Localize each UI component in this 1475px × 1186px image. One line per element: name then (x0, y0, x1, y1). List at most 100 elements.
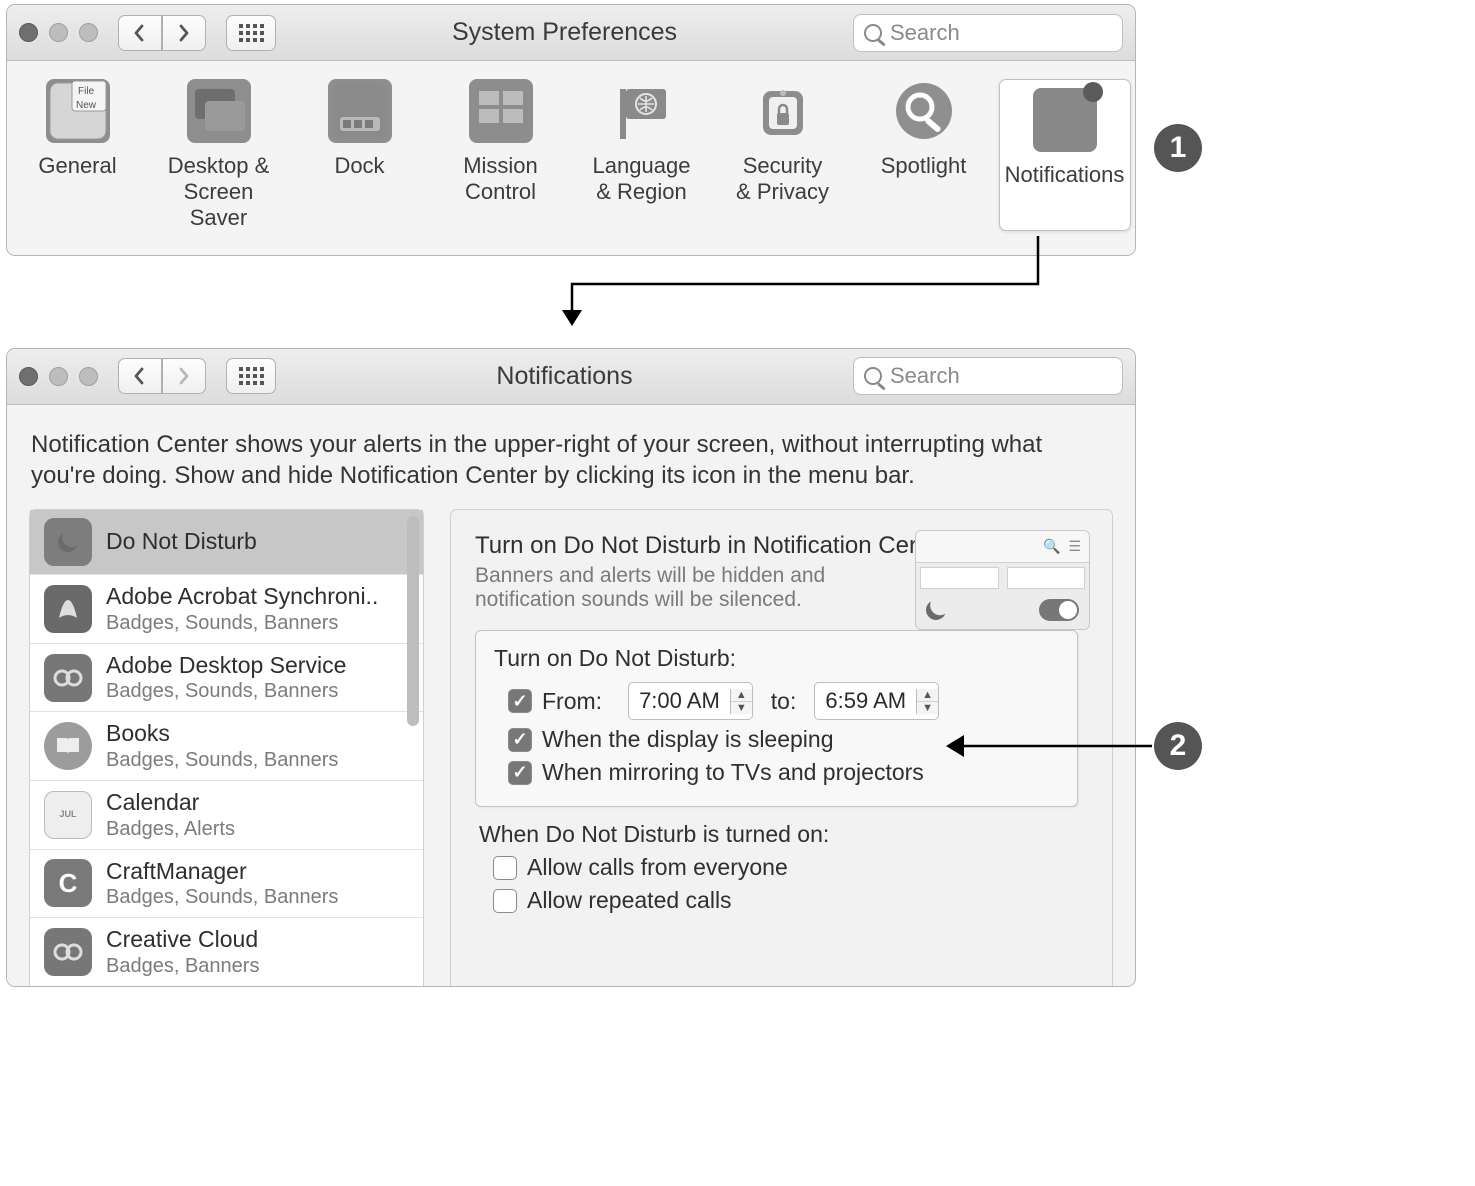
sleep-label: When the display is sleeping (542, 726, 834, 753)
preview-search-icon: 🔍 (1043, 538, 1060, 555)
app-item-creative-cloud[interactable]: Creative Cloud Badges, Banners (30, 918, 423, 986)
preview-moon-icon (922, 597, 949, 624)
forward-button[interactable] (162, 358, 206, 394)
all-prefs-button[interactable] (226, 358, 276, 394)
app-name: CraftManager (106, 858, 338, 886)
search-placeholder: Search (890, 20, 960, 46)
craft-icon: C (44, 859, 92, 907)
nav-buttons (118, 358, 206, 394)
app-name: Adobe Desktop Service (106, 652, 346, 680)
pref-desktop[interactable]: Desktop & Screen Saver (153, 79, 285, 231)
all-prefs-button[interactable] (226, 15, 276, 51)
preview-toggle (1039, 599, 1079, 621)
pref-language[interactable]: Language & Region (576, 79, 708, 231)
minimize-button[interactable] (49, 367, 68, 386)
app-sub: Badges, Banners (106, 954, 259, 978)
from-stepper[interactable]: ▲▼ (730, 689, 752, 714)
general-icon: FileNew (46, 79, 110, 143)
to-stepper[interactable]: ▲▼ (916, 689, 938, 714)
dock-icon (328, 79, 392, 143)
titlebar: Notifications Search (7, 349, 1135, 405)
nav-buttons (118, 15, 206, 51)
everyone-checkbox[interactable] (493, 856, 517, 880)
maximize-button[interactable] (79, 367, 98, 386)
close-button[interactable] (19, 367, 38, 386)
from-time-value[interactable]: 7:00 AM (629, 688, 730, 714)
minimize-button[interactable] (49, 23, 68, 42)
callout-2: 2 (1154, 722, 1202, 770)
app-name: Books (106, 720, 338, 748)
chevron-left-icon (130, 366, 150, 386)
spotlight-icon (892, 79, 956, 143)
settings-panel: Turn on Do Not Disturb in Notification C… (450, 509, 1113, 986)
to-time-field[interactable]: 6:59 AM ▲▼ (814, 682, 939, 720)
grid-icon (239, 24, 264, 42)
pref-mission[interactable]: Mission Control (435, 79, 567, 231)
forward-button[interactable] (162, 15, 206, 51)
pref-notifications[interactable]: Notifications (999, 79, 1131, 231)
app-list: Do Not Disturb Adobe Acrobat Synchroni..… (29, 509, 424, 986)
pref-dock[interactable]: Dock (294, 79, 426, 231)
app-item-adobe-desktop[interactable]: Adobe Desktop Service Badges, Sounds, Ba… (30, 644, 423, 713)
back-button[interactable] (118, 358, 162, 394)
search-icon (864, 367, 882, 385)
notifications-body: Do Not Disturb Adobe Acrobat Synchroni..… (7, 509, 1135, 986)
pref-label: Desktop & Screen Saver (153, 153, 285, 231)
search-placeholder: Search (890, 363, 960, 389)
maximize-button[interactable] (79, 23, 98, 42)
sleep-checkbox[interactable]: ✓ (508, 728, 532, 752)
cc-circles-icon (44, 654, 92, 702)
search-field[interactable]: Search (853, 357, 1123, 395)
up-arrow-icon[interactable]: ▲ (917, 689, 938, 702)
books-icon (44, 722, 92, 770)
down-arrow-icon[interactable]: ▼ (917, 702, 938, 714)
window-title: System Preferences (286, 18, 843, 47)
notification-dot-icon (1083, 82, 1103, 102)
notification-center-preview: 🔍☰ (915, 530, 1090, 630)
security-icon (751, 79, 815, 143)
pref-spotlight[interactable]: Spotlight (858, 79, 990, 231)
window-title: Notifications (286, 362, 843, 391)
acrobat-icon (44, 585, 92, 633)
mirror-checkbox[interactable]: ✓ (508, 761, 532, 785)
from-time-field[interactable]: 7:00 AM ▲▼ (628, 682, 753, 720)
scrollbar-thumb[interactable] (407, 516, 419, 726)
mirror-label: When mirroring to TVs and projectors (542, 759, 924, 786)
from-checkbox[interactable]: ✓ (508, 689, 532, 713)
language-icon (610, 79, 674, 143)
pref-security[interactable]: Security & Privacy (717, 79, 849, 231)
cc-icon (44, 928, 92, 976)
app-item-craftmanager[interactable]: C CraftManager Badges, Sounds, Banners (30, 850, 423, 919)
app-item-dnd[interactable]: Do Not Disturb (30, 510, 423, 575)
app-name: Calendar (106, 789, 235, 817)
calendar-icon: JUL (44, 791, 92, 839)
app-name: Adobe Acrobat Synchroni.. (106, 583, 378, 611)
app-name: Do Not Disturb (106, 528, 257, 556)
traffic-lights (19, 367, 98, 386)
mission-control-icon (469, 79, 533, 143)
chevron-left-icon (130, 23, 150, 43)
app-item-calendar[interactable]: JUL Calendar Badges, Alerts (30, 781, 423, 850)
to-label: to: (771, 688, 797, 715)
scrollbar[interactable] (407, 516, 419, 980)
everyone-label: Allow calls from everyone (527, 854, 788, 881)
close-button[interactable] (19, 23, 38, 42)
callout-2-number: 2 (1170, 729, 1187, 763)
back-button[interactable] (118, 15, 162, 51)
from-label: From: (542, 688, 602, 715)
chevron-right-icon (174, 23, 194, 43)
to-time-value[interactable]: 6:59 AM (815, 688, 916, 714)
pref-label: General (38, 153, 116, 179)
app-sub: Badges, Alerts (106, 817, 235, 841)
app-item-books[interactable]: Books Badges, Sounds, Banners (30, 712, 423, 781)
panel-subtitle: Banners and alerts will be hidden and no… (475, 564, 875, 612)
app-item-acrobat[interactable]: Adobe Acrobat Synchroni.. Badges, Sounds… (30, 575, 423, 644)
pref-label: Spotlight (881, 153, 967, 179)
search-field[interactable]: Search (853, 14, 1123, 52)
pref-general[interactable]: FileNew General (12, 79, 144, 231)
up-arrow-icon[interactable]: ▲ (731, 689, 752, 702)
repeated-checkbox[interactable] (493, 889, 517, 913)
down-arrow-icon[interactable]: ▼ (731, 702, 752, 714)
app-sub: Badges, Sounds, Banners (106, 679, 346, 703)
pref-label: Language & Region (593, 153, 691, 205)
